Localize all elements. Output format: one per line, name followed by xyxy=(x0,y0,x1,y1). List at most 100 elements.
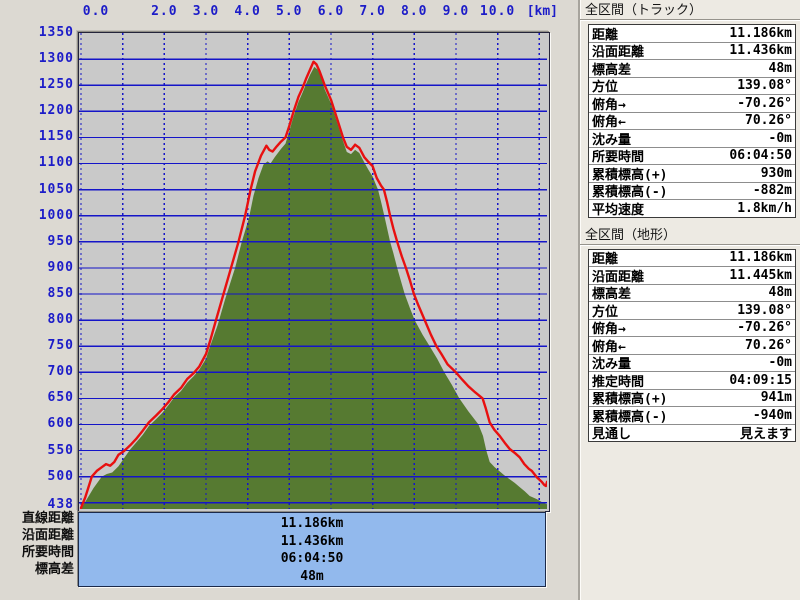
y-tick-label: 1350 xyxy=(38,25,74,40)
stat-value: 06:04:50 xyxy=(729,148,792,164)
stat-value: -70.26° xyxy=(737,95,792,111)
stat-value: 1.8km/h xyxy=(737,200,792,216)
summary-row-label: 所要時間 xyxy=(21,545,74,560)
y-tick-label: 750 xyxy=(47,338,74,354)
stat-label: 沈み量 xyxy=(592,357,632,373)
y-tick-label: 550 xyxy=(47,442,74,458)
stat-row: 平均速度 1.8km/h xyxy=(589,199,795,218)
stat-row: 距離 11.186km xyxy=(589,250,795,267)
stat-label: 累積標高(-) xyxy=(592,409,668,425)
y-tick-label: 1200 xyxy=(38,103,74,119)
stat-value: 11.186km xyxy=(729,25,792,41)
stat-label: 推定時間 xyxy=(592,374,645,390)
stat-value: 139.08° xyxy=(737,302,792,318)
y-tick-label: 600 xyxy=(47,416,74,432)
elevation-profile-window: [km] 0.0 2.0 3.0 4.0 5.0 6.0 7.0 8.0 9.0 10.0 135… xyxy=(0,0,800,600)
stat-label: 俯角← xyxy=(592,115,626,131)
stat-row: 累積標高(-) -940m xyxy=(589,406,795,425)
elevation-chart-canvas[interactable] xyxy=(79,33,547,509)
y-tick-label: 700 xyxy=(47,364,74,380)
summary-row-label: 沿面距離 xyxy=(21,528,74,543)
stat-value: 70.26° xyxy=(745,337,792,353)
y-tick-label: 1050 xyxy=(38,181,74,197)
stat-value: 70.26° xyxy=(745,113,792,129)
stat-row: 距離 11.186km xyxy=(589,25,795,43)
stat-value: 11.436km xyxy=(729,43,792,59)
y-tick-label: 500 xyxy=(47,468,74,484)
stat-value: 139.08° xyxy=(737,78,792,94)
chart-pane: [km] 0.0 2.0 3.0 4.0 5.0 6.0 7.0 8.0 9.0 10.0 135… xyxy=(0,0,578,600)
stat-label: 所要時間 xyxy=(592,150,645,166)
stat-row: 俯角→ -70.26° xyxy=(589,318,795,338)
stat-value: 930m xyxy=(760,165,792,181)
stat-row: 俯角→ -70.26° xyxy=(589,94,795,113)
stat-table: 距離 11.186km 沿面距離 11.445km 標高差 48m 方位 139.08° 俯角→… xyxy=(588,248,796,443)
stat-row: 方位 139.08° xyxy=(589,76,795,96)
stat-row: 見通し 見えます xyxy=(589,423,795,443)
stat-value: 48m xyxy=(768,60,792,76)
summary-row-value: 06:04:50 xyxy=(280,551,344,566)
stat-label: 累積標高(+) xyxy=(592,167,668,183)
x-axis: [km] 0.0 2.0 3.0 4.0 5.0 6.0 7.0 8.0 9.0 10.0 xyxy=(0,0,578,30)
stat-label: 沈み量 xyxy=(592,132,632,148)
stat-row: 沿面距離 11.436km xyxy=(589,41,795,61)
stat-label: 沿面距離 xyxy=(592,269,645,285)
stat-row: 累積標高(+) 930m xyxy=(589,164,795,183)
stat-row: 方位 139.08° xyxy=(589,301,795,320)
x-tick-label: 2.0 xyxy=(151,4,178,19)
stats-pane: 全区間（トラック） 距離 11.186km 沿面距離 11.436km 標高差 48m 方位 1… xyxy=(578,0,800,600)
x-tick-label: 7.0 xyxy=(359,4,386,19)
stat-label: 俯角→ xyxy=(592,322,626,338)
y-tick-label: 900 xyxy=(47,259,74,275)
stat-label: 見通し xyxy=(592,427,632,443)
y-tick-label: 1250 xyxy=(38,77,74,93)
x-tick-label: 0.0 xyxy=(82,4,110,19)
stat-row: 沿面距離 11.445km xyxy=(589,266,795,285)
summary-panel: 11.186km 11.436km 06:04:50 48m xyxy=(78,512,546,587)
stat-row: 俯角← 70.26° xyxy=(589,111,795,131)
stat-value: 04:09:15 xyxy=(729,372,792,388)
summary-row-label: 標高差 xyxy=(34,562,74,577)
summary-row-value: 11.436km xyxy=(280,533,344,549)
stat-row: 所要時間 06:04:50 xyxy=(589,146,795,166)
stat-value: -0m xyxy=(768,130,792,146)
x-tick-label: 5.0 xyxy=(276,4,303,19)
stat-value: 見えます xyxy=(739,427,792,443)
stat-row: 累積標高(-) -882m xyxy=(589,181,795,201)
summary-row-value: 48m xyxy=(300,568,324,584)
x-tick-label: 10.0 xyxy=(479,4,516,19)
y-tick-label: 1000 xyxy=(38,207,74,223)
stat-label: 方位 xyxy=(592,304,619,320)
stat-label: 累積標高(-) xyxy=(592,185,668,201)
summary-footer-labels: 直線距離沿面距離所要時間標高差 xyxy=(0,510,74,578)
stat-value: -882m xyxy=(752,183,792,199)
stat-row: 標高差 48m xyxy=(589,283,795,302)
elevation-chart[interactable] xyxy=(78,32,550,512)
stat-label: 沿面距離 xyxy=(592,45,645,61)
stat-row: 推定時間 04:09:15 xyxy=(589,371,795,390)
stat-label: 標高差 xyxy=(592,62,632,78)
x-tick-label: 3.0 xyxy=(192,4,220,19)
stat-value: -0m xyxy=(768,355,792,371)
stat-label: 距離 xyxy=(592,27,619,43)
stat-table: 距離 11.186km 沿面距離 11.436km 標高差 48m 方位 139.08° 俯角→… xyxy=(588,24,796,218)
stat-panel-title: 全区間（トラック） xyxy=(580,0,800,20)
summary-row-value: 11.186km xyxy=(280,516,344,531)
stat-label: 方位 xyxy=(592,80,619,96)
stat-row: 標高差 48m xyxy=(589,59,795,78)
stat-panel-title: 全区間（地形） xyxy=(580,225,800,245)
stat-label: 距離 xyxy=(592,252,619,268)
stat-value: 11.186km xyxy=(729,250,792,266)
summary-row-label: 直線距離 xyxy=(21,511,74,526)
stat-row: 俯角← 70.26° xyxy=(589,336,795,355)
y-tick-label: 1150 xyxy=(38,129,74,145)
x-tick-label: 8.0 xyxy=(401,4,428,19)
x-axis-unit-label: [km] xyxy=(526,4,558,19)
stat-row: 累積標高(+) 941m xyxy=(589,388,795,407)
stat-value: 941m xyxy=(760,390,792,406)
stat-value: -940m xyxy=(752,407,792,423)
stat-row: 沈み量 -0m xyxy=(589,353,795,373)
terrain-area xyxy=(81,66,547,509)
stat-value: 11.445km xyxy=(729,267,792,283)
x-tick-label: 4.0 xyxy=(234,4,261,19)
